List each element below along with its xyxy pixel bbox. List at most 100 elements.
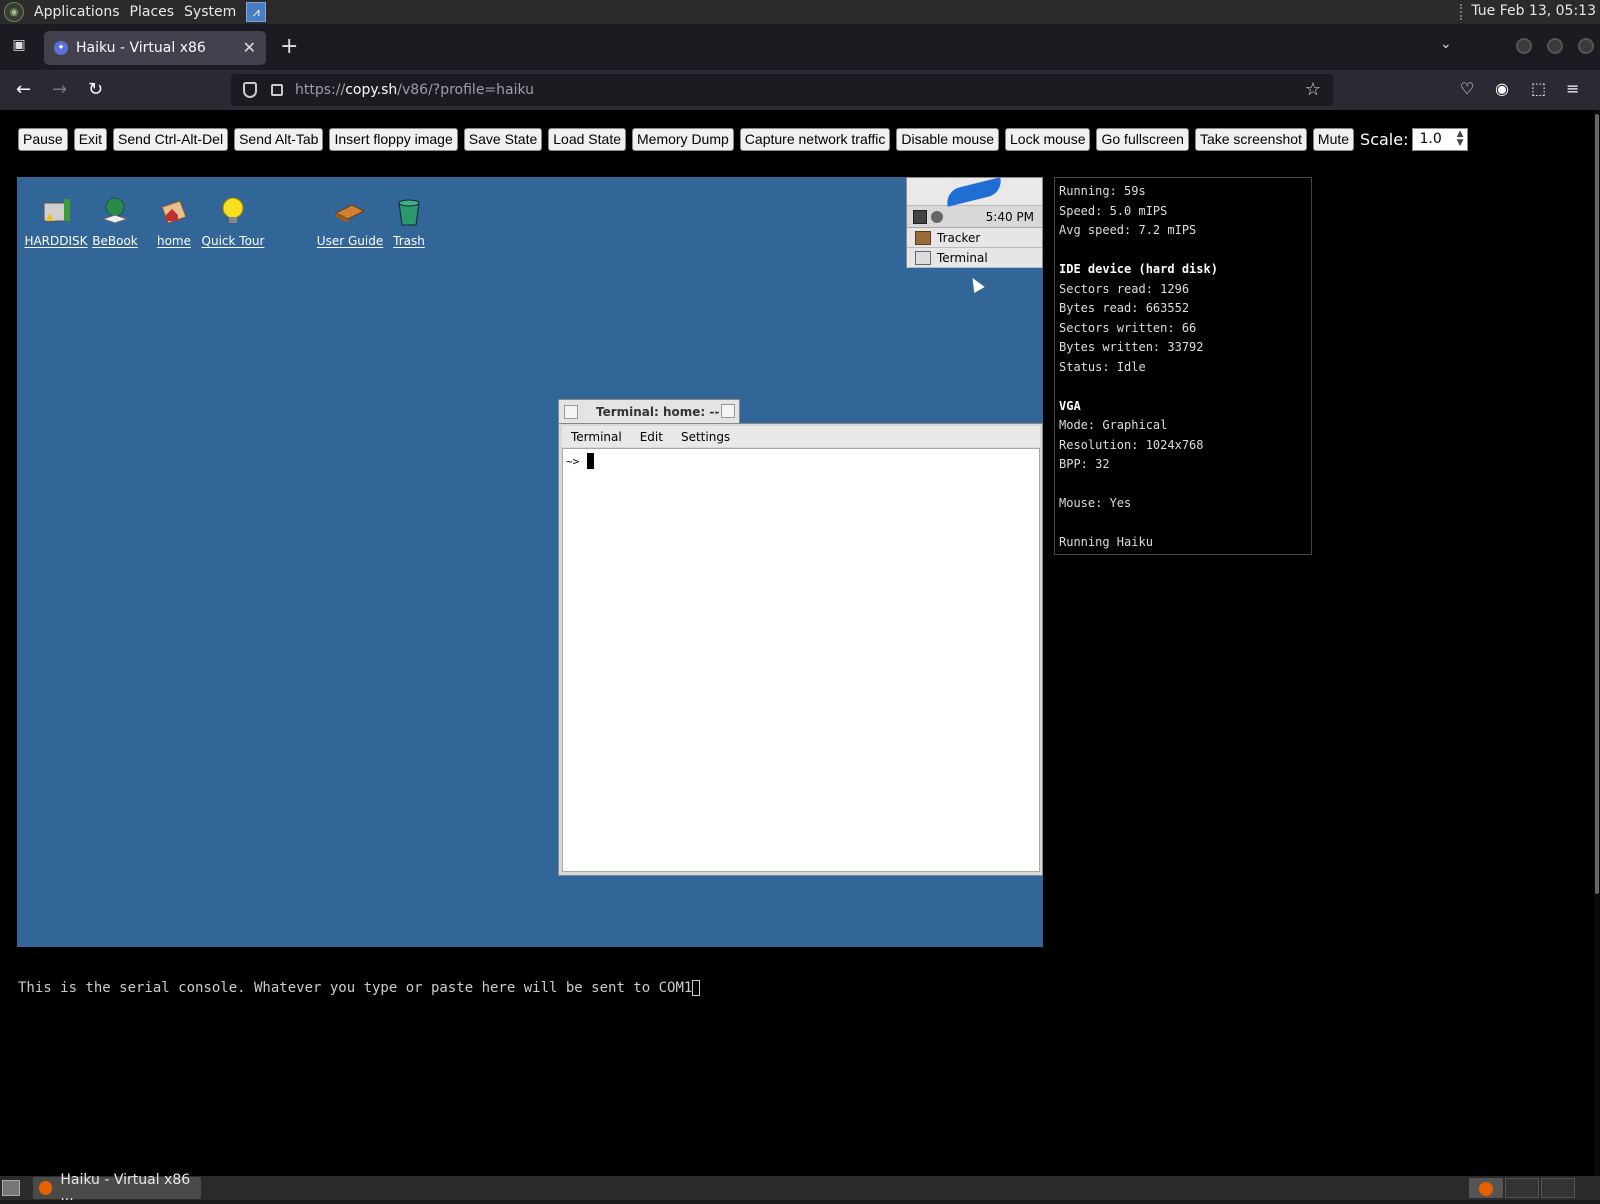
user-guide-book-icon: [334, 204, 366, 223]
take-screenshot-button[interactable]: Take screenshot: [1194, 128, 1307, 151]
workspace-3[interactable]: [1541, 1178, 1575, 1198]
stat-running-os: Running Haiku: [1059, 535, 1153, 549]
taskbar-firefox-window[interactable]: Haiku - Virtual x86 ...: [33, 1172, 201, 1204]
mute-button[interactable]: Mute: [1312, 128, 1355, 151]
page-content: Pause Exit Send Ctrl-Alt-Del Send Alt-Ta…: [0, 110, 1600, 1180]
stat-avg-speed: Avg speed: 7.2 mIPS: [1059, 223, 1197, 237]
places-menu[interactable]: Places: [130, 4, 175, 20]
cpu-monitor-icon[interactable]: [913, 209, 927, 224]
url-path: /v86/?profile=haiku: [397, 82, 535, 98]
haiku-favicon-icon: ✦: [54, 41, 68, 55]
serial-console[interactable]: This is the serial console. Whatever you…: [17, 980, 1043, 1180]
memory-dump-button[interactable]: Memory Dump: [632, 128, 734, 151]
terminal-window[interactable]: Terminal: home: -- Terminal Edit Setting…: [558, 399, 1043, 876]
menu-terminal[interactable]: Terminal: [571, 430, 622, 444]
deskbar-tray: 5:40 PM: [907, 206, 1042, 228]
window-close-icon[interactable]: [564, 405, 578, 419]
system-menu[interactable]: System: [184, 4, 236, 20]
desktop-icon-label: Trash: [393, 234, 425, 248]
disable-mouse-button[interactable]: Disable mouse: [896, 128, 999, 151]
maximize-window-icon[interactable]: [1547, 38, 1563, 54]
scale-value: 1.0: [1419, 131, 1442, 147]
terminal-prompt: ~>: [566, 455, 580, 468]
address-bar[interactable]: https://copy.sh/v86/?profile=haiku ☆: [231, 74, 1333, 106]
workspace-1[interactable]: [1469, 1178, 1503, 1198]
mouse-pointer-icon: [967, 274, 985, 294]
serial-cursor: [692, 980, 701, 996]
lock-icon[interactable]: [271, 84, 283, 96]
load-state-button[interactable]: Load State: [548, 128, 626, 151]
browser-tab-bar: ▣ ✦ Haiku - Virtual x86 ✕ + ⌄: [0, 24, 1600, 70]
exit-button[interactable]: Exit: [73, 128, 108, 151]
stat-sectors-written: Sectors written: 66: [1059, 320, 1197, 335]
firefox-view-icon[interactable]: ▣: [10, 37, 28, 55]
tracking-shield-icon[interactable]: [243, 82, 257, 98]
workspace-2[interactable]: [1505, 1178, 1539, 1198]
deskbar-clock[interactable]: 5:40 PM: [986, 210, 1034, 224]
terminal-content[interactable]: ~>: [562, 448, 1040, 872]
back-arrow-icon[interactable]: ←: [16, 79, 31, 100]
terminal-title-tab[interactable]: Terminal: home: --: [558, 399, 740, 424]
bottom-panel: Haiku - Virtual x86 ...: [0, 1172, 1600, 1204]
top-panel: ◉ Applications Places System ⩘ Tue Feb 1…: [0, 0, 1600, 24]
stat-sectors-read: Sectors read: 1296: [1059, 281, 1190, 296]
extensions-icon[interactable]: ⬚: [1531, 79, 1546, 98]
forward-arrow-icon[interactable]: →: [52, 79, 67, 100]
close-window-icon[interactable]: [1578, 38, 1594, 54]
menu-edit[interactable]: Edit: [640, 430, 663, 444]
stats-panel: Running: 59s Speed: 5.0 mIPS Avg speed: …: [1054, 177, 1312, 555]
hamburger-menu-icon[interactable]: ≡: [1566, 79, 1579, 98]
menu-settings[interactable]: Settings: [681, 430, 730, 444]
tab-close-icon[interactable]: ✕: [243, 38, 256, 57]
stat-resolution: Resolution: 1024x768: [1059, 437, 1204, 452]
page-scrollbar[interactable]: [1594, 110, 1600, 1180]
serial-console-text: This is the serial console. Whatever you…: [18, 980, 693, 996]
insert-floppy-button[interactable]: Insert floppy image: [329, 128, 458, 151]
lock-mouse-button[interactable]: Lock mouse: [1005, 128, 1091, 151]
scrollbar-thumb[interactable]: [1595, 114, 1599, 894]
reload-icon[interactable]: ↻: [88, 79, 103, 100]
account-icon[interactable]: ◉: [1495, 79, 1509, 98]
deskbar-app-tracker[interactable]: Tracker: [907, 228, 1042, 248]
window-zoom-icon[interactable]: [721, 404, 735, 418]
desktop-icon-quick-tour[interactable]: Quick Tour: [198, 195, 268, 248]
volume-icon[interactable]: [931, 210, 943, 223]
send-ctrl-alt-del-button[interactable]: Send Ctrl-Alt-Del: [113, 128, 229, 151]
deskbar-app-label: Terminal: [937, 250, 988, 265]
panel-clock[interactable]: Tue Feb 13, 05:13: [1471, 3, 1596, 19]
terminal-menubar: Terminal Edit Settings: [562, 426, 1040, 447]
stat-speed: Speed: 5.0 mIPS: [1059, 203, 1168, 218]
terminal-icon: [915, 250, 931, 265]
list-tabs-chevron-icon[interactable]: ⌄: [1440, 36, 1452, 52]
haiku-leaf-menu[interactable]: [907, 177, 1042, 207]
stats-spacer: [1059, 514, 1307, 534]
pause-button[interactable]: Pause: [18, 128, 68, 151]
stat-mouse: Mouse: Yes: [1059, 496, 1132, 510]
pocket-icon[interactable]: ♡: [1460, 79, 1474, 98]
scale-input[interactable]: 1.0 ▲ ▼: [1412, 128, 1469, 151]
vm-screen[interactable]: HARDDISK BeBook home Quick Tour User Gui…: [17, 177, 1043, 947]
stats-spacer: [1059, 241, 1307, 261]
show-desktop-icon[interactable]: [2, 1180, 20, 1196]
applications-menu[interactable]: Applications: [34, 4, 120, 20]
spin-arrows-icon[interactable]: ▲ ▼: [1457, 130, 1464, 148]
haiku-feather-icon: [943, 177, 1005, 207]
url-text[interactable]: https://copy.sh/v86/?profile=haiku: [295, 82, 534, 98]
go-fullscreen-button[interactable]: Go fullscreen: [1096, 128, 1189, 151]
trash-can-icon: [398, 199, 420, 226]
minimize-window-icon[interactable]: [1516, 38, 1532, 54]
system-monitor-icon[interactable]: ⩘: [246, 2, 267, 22]
new-tab-icon[interactable]: +: [280, 34, 298, 59]
distro-logo-icon[interactable]: ◉: [4, 2, 24, 22]
deskbar-app-terminal[interactable]: Terminal: [907, 248, 1042, 268]
firefox-icon: [39, 1181, 53, 1195]
terminal-frame: Terminal Edit Settings ~>: [558, 423, 1043, 876]
capture-network-button[interactable]: Capture network traffic: [739, 128, 891, 151]
stat-bpp: BPP: 32: [1059, 457, 1110, 471]
desktop-icon-trash[interactable]: Trash: [374, 195, 444, 248]
v86-toolbar: Pause Exit Send Ctrl-Alt-Del Send Alt-Ta…: [18, 128, 1469, 151]
bookmark-star-icon[interactable]: ☆: [1305, 79, 1321, 100]
save-state-button[interactable]: Save State: [463, 128, 543, 151]
send-alt-tab-button[interactable]: Send Alt-Tab: [234, 128, 324, 151]
browser-tab[interactable]: ✦ Haiku - Virtual x86 ✕: [44, 31, 266, 65]
